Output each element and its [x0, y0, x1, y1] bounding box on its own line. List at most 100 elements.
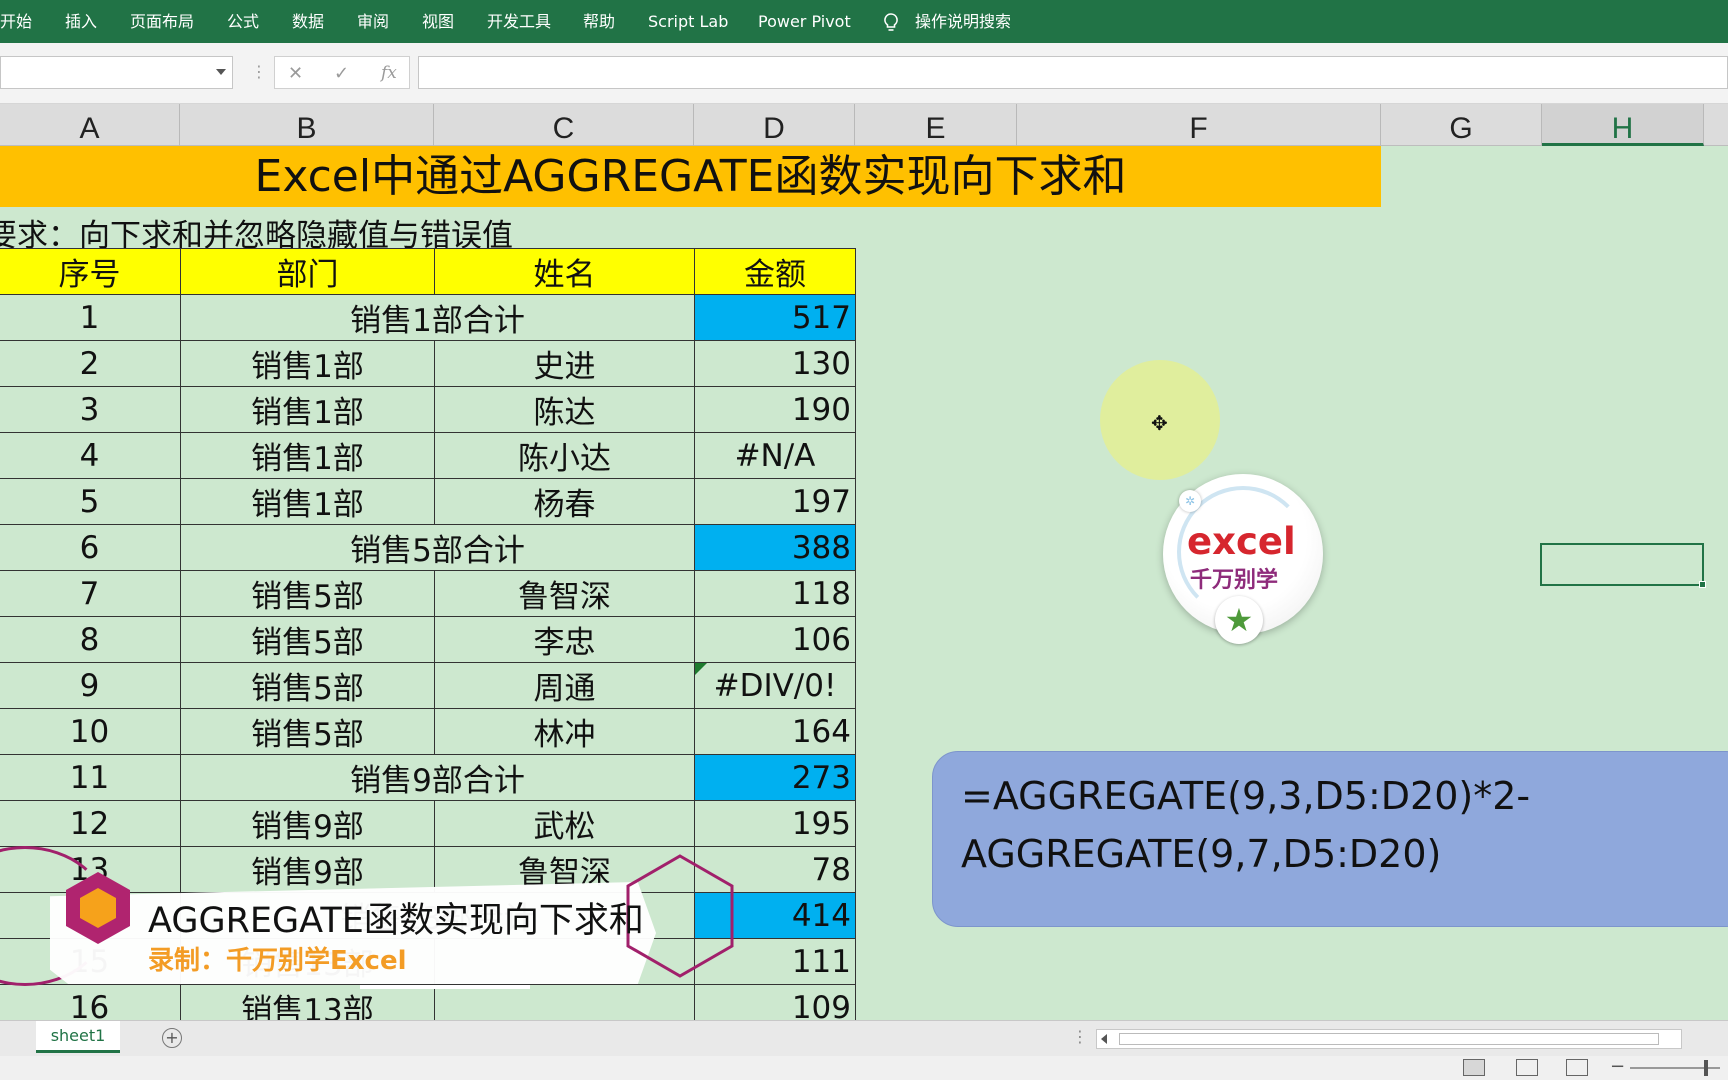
column-header-d[interactable]: D: [694, 104, 855, 146]
formula-bar: ⋮ ✕ ✓ fx: [0, 43, 1728, 104]
tab-view[interactable]: 视图: [422, 12, 454, 32]
formula-input[interactable]: [418, 56, 1728, 89]
column-header-h[interactable]: H: [1542, 104, 1704, 146]
column-header-e[interactable]: E: [855, 104, 1017, 146]
cell-no[interactable]: 9: [0, 662, 181, 709]
scroll-thumb[interactable]: [1119, 1033, 1659, 1045]
cell-amount[interactable]: 118: [694, 570, 856, 617]
normal-view-icon[interactable]: [1463, 1059, 1485, 1076]
cell-no[interactable]: 3: [0, 386, 181, 433]
subtotal-row: 1 销售1部合计 517: [0, 294, 856, 341]
header-no[interactable]: 序号: [0, 248, 181, 295]
page-break-view-icon[interactable]: [1566, 1059, 1588, 1076]
cell-subtotal-amount[interactable]: 273: [694, 754, 856, 801]
error-indicator-icon[interactable]: [695, 663, 707, 675]
cell-amount[interactable]: 197: [694, 478, 856, 525]
tabs-splitter-icon[interactable]: ⋮: [1072, 1027, 1088, 1046]
table-row: 2 销售1部 史进 130: [0, 340, 856, 387]
cell-error-amount[interactable]: #N/A: [694, 432, 856, 479]
tab-review[interactable]: 审阅: [357, 12, 389, 32]
logo-word-excel: excel: [1187, 520, 1296, 563]
cell-subtotal-label[interactable]: 销售5部合计: [180, 524, 695, 571]
cell-amount[interactable]: 190: [694, 386, 856, 433]
column-header-c[interactable]: C: [434, 104, 694, 146]
fill-handle[interactable]: [1699, 581, 1706, 588]
cell-dept[interactable]: 销售5部: [180, 708, 435, 755]
cell-dept[interactable]: 销售1部: [180, 478, 435, 525]
tab-script-lab[interactable]: Script Lab: [648, 12, 728, 32]
banner-underline: [360, 985, 530, 989]
tab-home[interactable]: 开始: [0, 12, 32, 32]
cell-no[interactable]: 1: [0, 294, 181, 341]
cell-dept[interactable]: 销售1部: [180, 432, 435, 479]
zoom-slider-knob[interactable]: [1704, 1060, 1708, 1076]
cell-no[interactable]: 11: [0, 754, 181, 801]
scroll-left-icon[interactable]: [1101, 1034, 1107, 1044]
confirm-icon[interactable]: ✓: [334, 63, 349, 84]
cell-name[interactable]: 陈达: [434, 386, 695, 433]
cell-subtotal-amount[interactable]: 517: [694, 294, 856, 341]
tab-page-layout[interactable]: 页面布局: [130, 12, 194, 32]
add-sheet-icon[interactable]: +: [162, 1028, 182, 1048]
table-row: 5 销售1部 杨春 197: [0, 478, 856, 525]
worksheet[interactable]: Excel中通过AGGREGATE函数实现向下求和 要求：向下求和并忽略隐藏值与…: [0, 146, 1728, 1020]
column-header-b[interactable]: B: [180, 104, 434, 146]
cell-dept[interactable]: 销售5部: [180, 570, 435, 617]
cell-name[interactable]: 陈小达: [434, 432, 695, 479]
tab-data[interactable]: 数据: [292, 12, 324, 32]
tab-developer[interactable]: 开发工具: [487, 12, 551, 32]
tab-formulas[interactable]: 公式: [227, 12, 259, 32]
cell-subtotal-amount[interactable]: 388: [694, 524, 856, 571]
cancel-icon[interactable]: ✕: [288, 63, 303, 84]
sheet-tab-sheet1[interactable]: sheet1: [36, 1021, 120, 1053]
name-box[interactable]: [0, 56, 233, 89]
header-amount[interactable]: 金额: [694, 248, 856, 295]
cell-name[interactable]: 李忠: [434, 616, 695, 663]
cell-name[interactable]: 林冲: [434, 708, 695, 755]
more-options-icon[interactable]: ⋮: [251, 62, 267, 81]
tab-power-pivot[interactable]: Power Pivot: [758, 12, 851, 32]
header-dept[interactable]: 部门: [180, 248, 435, 295]
cell-no[interactable]: 7: [0, 570, 181, 617]
column-header-f[interactable]: F: [1017, 104, 1381, 146]
cell-name[interactable]: 杨春: [434, 478, 695, 525]
cell-no[interactable]: 6: [0, 524, 181, 571]
horizontal-scrollbar[interactable]: [1096, 1029, 1682, 1049]
cell-amount[interactable]: 130: [694, 340, 856, 387]
cell-no[interactable]: 5: [0, 478, 181, 525]
selected-cell[interactable]: [1540, 543, 1706, 588]
star-icon: ★: [1215, 596, 1263, 644]
cell-no[interactable]: 8: [0, 616, 181, 663]
cell-subtotal-label[interactable]: 销售1部合计: [180, 294, 695, 341]
cell-no[interactable]: 10: [0, 708, 181, 755]
cell-error-amount[interactable]: #DIV/0!: [694, 662, 856, 709]
cell-dept[interactable]: 销售5部: [180, 662, 435, 709]
tell-me-search[interactable]: 操作说明搜索: [915, 12, 1011, 32]
table-row: 7 销售5部 鲁智深 118: [0, 570, 856, 617]
column-header-g[interactable]: G: [1381, 104, 1542, 146]
tab-help[interactable]: 帮助: [583, 12, 615, 32]
cell-dept[interactable]: 销售5部: [180, 616, 435, 663]
sheet-tabs-bar: sheet1 + ⋮: [0, 1020, 1728, 1056]
cell-amount[interactable]: 106: [694, 616, 856, 663]
cell-subtotal-label[interactable]: 销售9部合计: [180, 754, 695, 801]
cell-no[interactable]: 4: [0, 432, 181, 479]
cell-name[interactable]: 史进: [434, 340, 695, 387]
zoom-out-icon[interactable]: −: [1610, 1056, 1625, 1077]
column-header-a[interactable]: A: [0, 104, 180, 146]
cell-no[interactable]: 2: [0, 340, 181, 387]
table-row: 9 销售5部 周通 #DIV/0!: [0, 662, 856, 709]
tab-insert[interactable]: 插入: [65, 12, 97, 32]
sheet-title: Excel中通过AGGREGATE函数实现向下求和: [0, 146, 1381, 207]
cell-amount[interactable]: 164: [694, 708, 856, 755]
excel-window: 开始 插入 页面布局 公式 数据 审阅 视图 开发工具 帮助 Script La…: [0, 0, 1728, 1080]
cell-name[interactable]: 鲁智深: [434, 570, 695, 617]
cell-dept[interactable]: 销售1部: [180, 340, 435, 387]
cell-name[interactable]: 周通: [434, 662, 695, 709]
insert-function-icon[interactable]: fx: [381, 63, 397, 83]
page-layout-view-icon[interactable]: [1516, 1059, 1538, 1076]
chevron-down-icon[interactable]: [216, 69, 226, 75]
header-name[interactable]: 姓名: [434, 248, 695, 295]
cell-dept[interactable]: 销售1部: [180, 386, 435, 433]
banner-subtitle: 录制：千万别学Excel: [148, 946, 407, 976]
